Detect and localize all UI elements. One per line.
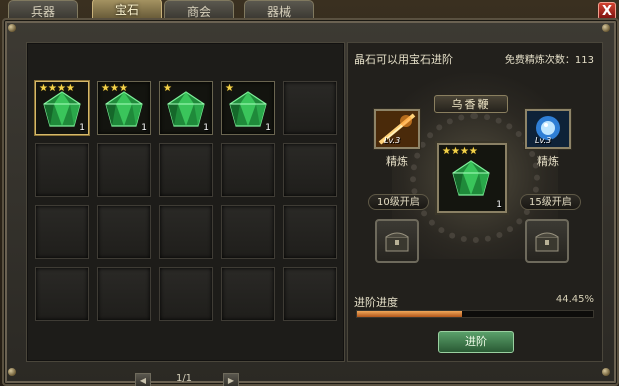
prev-page-button[interactable]: ◀ xyxy=(135,373,151,386)
progress-value: 44.45% xyxy=(555,294,594,305)
left-unlock-level: 10级开启 xyxy=(368,194,429,210)
progress-bar xyxy=(356,310,594,318)
item-quantity: 1 xyxy=(141,123,147,133)
gem-slot[interactable]: ★ 1 xyxy=(221,81,275,135)
empty-gem-slot[interactable] xyxy=(283,205,337,259)
left-refine-slot[interactable]: Lv.3 xyxy=(374,109,420,149)
skill-level: Lv.3 xyxy=(384,136,401,145)
item-quantity: 1 xyxy=(265,123,271,133)
empty-gem-slot[interactable] xyxy=(159,143,213,197)
item-name: 乌香鞭 xyxy=(434,95,508,113)
emerald-gem-icon xyxy=(452,160,490,196)
rivet-icon xyxy=(8,24,16,32)
empty-gem-slot[interactable] xyxy=(159,205,213,259)
center-gem-slot[interactable]: ★ ★ ★ ★ 1 xyxy=(437,143,507,213)
emerald-gem-icon xyxy=(105,91,143,127)
star-icon: ★ xyxy=(450,146,460,157)
skill-level: Lv.3 xyxy=(535,136,552,145)
emerald-gem-icon xyxy=(229,91,267,127)
item-quantity: 1 xyxy=(496,200,502,210)
empty-gem-slot[interactable] xyxy=(221,267,275,321)
gem-slot[interactable]: ★ 1 xyxy=(159,81,213,135)
empty-gem-slot[interactable] xyxy=(35,267,89,321)
star-icon: ★ xyxy=(459,146,469,157)
progress-label: 进阶进度 xyxy=(354,296,398,309)
left-refine-label: 精炼 xyxy=(386,155,408,168)
empty-gem-slot[interactable] xyxy=(35,205,89,259)
empty-gem-slot[interactable] xyxy=(97,205,151,259)
rivet-icon xyxy=(602,24,610,32)
item-quantity: 1 xyxy=(203,123,209,133)
right-refine-slot[interactable]: Lv.3 xyxy=(525,109,571,149)
star-rating: ★ ★ ★ ★ xyxy=(442,146,478,157)
progress-fill xyxy=(357,311,462,317)
treasure-chest-icon xyxy=(385,232,409,252)
upgrade-hint: 晶石可以用宝石进阶 xyxy=(354,53,453,66)
gem-inventory-panel: ★ ★ ★ ★ 1 ★ ★ ★ 1 ★ 1 ★ 1 ◀ 1/1 ▶ xyxy=(26,42,345,386)
left-locked-slot[interactable] xyxy=(375,219,419,263)
empty-gem-slot[interactable] xyxy=(221,143,275,197)
empty-gem-slot[interactable] xyxy=(221,205,275,259)
game-window: 兵器 宝石 商会 器械 X ★ ★ ★ ★ 1 ★ ★ ★ 1 ★ 1 ★ 1 ◀ 1/1 ▶ 晶石可以… xyxy=(0,0,619,386)
emerald-gem-icon xyxy=(43,91,81,127)
empty-gem-slot[interactable] xyxy=(283,267,337,321)
treasure-chest-icon xyxy=(535,232,559,252)
empty-gem-slot[interactable] xyxy=(159,267,213,321)
empty-gem-slot[interactable] xyxy=(97,143,151,197)
emerald-gem-icon xyxy=(167,91,205,127)
empty-gem-slot[interactable] xyxy=(283,143,337,197)
right-locked-slot[interactable] xyxy=(525,219,569,263)
gem-slot[interactable]: ★ ★ ★ 1 xyxy=(97,81,151,135)
rivet-icon xyxy=(8,368,16,376)
free-refine-count: 免费精炼次数：113 xyxy=(504,55,594,66)
page-indicator: 1/1 xyxy=(175,373,193,384)
empty-gem-slot[interactable] xyxy=(283,81,337,135)
star-icon: ★ xyxy=(468,146,478,157)
star-icon: ★ xyxy=(442,146,451,157)
right-unlock-level: 15级开启 xyxy=(520,194,581,210)
next-page-button[interactable]: ▶ xyxy=(223,373,239,386)
empty-gem-slot[interactable] xyxy=(35,143,89,197)
rivet-icon xyxy=(602,368,610,376)
item-quantity: 1 xyxy=(79,123,85,133)
upgrade-panel: 晶石可以用宝石进阶 免费精炼次数：113 乌香鞭 ★ ★ ★ ★ 1 Lv.3 … xyxy=(347,42,603,362)
empty-gem-slot[interactable] xyxy=(97,267,151,321)
gem-slot[interactable]: ★ ★ ★ ★ 1 xyxy=(35,81,89,135)
advance-button[interactable]: 进阶 xyxy=(438,331,514,353)
right-refine-label: 精炼 xyxy=(537,155,559,168)
